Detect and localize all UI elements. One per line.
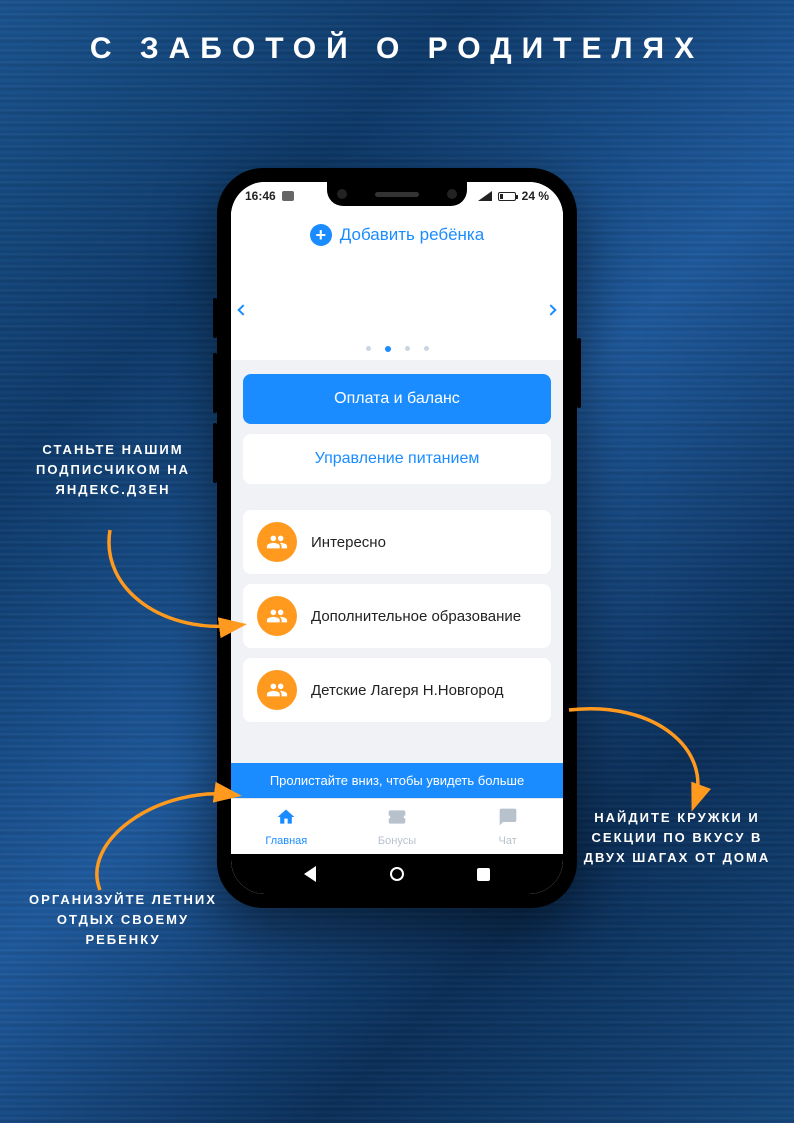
arrow-annotation xyxy=(564,700,714,825)
dot-active[interactable] xyxy=(385,346,391,352)
callout-subscribe: СТАНЬТЕ НАШИМ ПОДПИСЧИКОМ НА ЯНДЕКС.ДЗЕН xyxy=(28,440,198,500)
tab-label: Бонусы xyxy=(378,835,416,847)
list-item-label: Интересно xyxy=(311,534,386,551)
callout-camps: ОРГАНИЗУЙТЕ ЛЕТНИХ ОТДЫХ СВОЕМУ РЕБЕНКУ xyxy=(28,890,218,950)
child-carousel[interactable] xyxy=(231,260,563,360)
scroll-hint: Пролистайте вниз, чтобы увидеть больше xyxy=(231,763,563,798)
tab-label: Чат xyxy=(499,835,517,847)
phone-notch xyxy=(327,182,467,206)
add-child-label: Добавить ребёнка xyxy=(340,225,484,245)
callout-sections: НАЙДИТЕ КРУЖКИ И СЕКЦИИ ПО ВКУСУ В ДВУХ … xyxy=(582,808,772,868)
plus-icon: + xyxy=(310,224,332,246)
people-icon xyxy=(257,670,297,710)
page-title: С ЗАБОТОЙ О РОДИТЕЛЯХ xyxy=(0,32,794,66)
battery-percent: 24 % xyxy=(522,189,549,203)
phone-side-button xyxy=(213,298,217,338)
tab-home[interactable]: Главная xyxy=(231,799,342,854)
status-time: 16:46 xyxy=(245,189,276,203)
pay-balance-button[interactable]: Оплата и баланс xyxy=(243,374,551,424)
phone-side-button xyxy=(213,423,217,483)
tab-chat[interactable]: Чат xyxy=(452,799,563,854)
battery-icon xyxy=(498,192,516,201)
manage-food-button[interactable]: Управление питанием xyxy=(243,434,551,484)
phone-side-button xyxy=(577,338,581,408)
home-icon xyxy=(276,807,296,832)
dot[interactable] xyxy=(366,346,371,351)
dot[interactable] xyxy=(424,346,429,351)
people-icon xyxy=(257,596,297,636)
chevron-left-icon[interactable] xyxy=(237,304,248,315)
bottom-tabbar: Главная Бонусы Чат xyxy=(231,798,563,854)
ticket-icon xyxy=(387,807,407,832)
nav-home-icon[interactable] xyxy=(390,867,404,881)
list-item-label: Детские Лагеря Н.Новгород xyxy=(311,682,504,699)
carousel-dots xyxy=(231,346,563,352)
photo-icon xyxy=(282,191,294,201)
list-item-camps[interactable]: Детские Лагеря Н.Новгород xyxy=(243,658,551,722)
tab-label: Главная xyxy=(265,835,307,847)
chat-icon xyxy=(498,807,518,832)
phone-mockup: 16:46 24 % + Добавить ребёнка xyxy=(217,168,577,908)
phone-side-button xyxy=(213,353,217,413)
list-item-label: Дополнительное образование xyxy=(311,608,521,625)
phone-screen: 16:46 24 % + Добавить ребёнка xyxy=(231,182,563,894)
add-child-button[interactable]: + Добавить ребёнка xyxy=(231,210,563,260)
chevron-right-icon[interactable] xyxy=(545,304,556,315)
dot[interactable] xyxy=(405,346,410,351)
list-item-interesting[interactable]: Интересно xyxy=(243,510,551,574)
tab-bonus[interactable]: Бонусы xyxy=(342,799,453,854)
signal-icon xyxy=(478,191,492,201)
app-body: + Добавить ребёнка Оплата и баланс Управ… xyxy=(231,210,563,854)
list-item-education[interactable]: Дополнительное образование xyxy=(243,584,551,648)
android-navbar xyxy=(231,854,563,894)
people-icon xyxy=(257,522,297,562)
nav-back-icon[interactable] xyxy=(304,866,316,882)
nav-recent-icon[interactable] xyxy=(477,868,490,881)
